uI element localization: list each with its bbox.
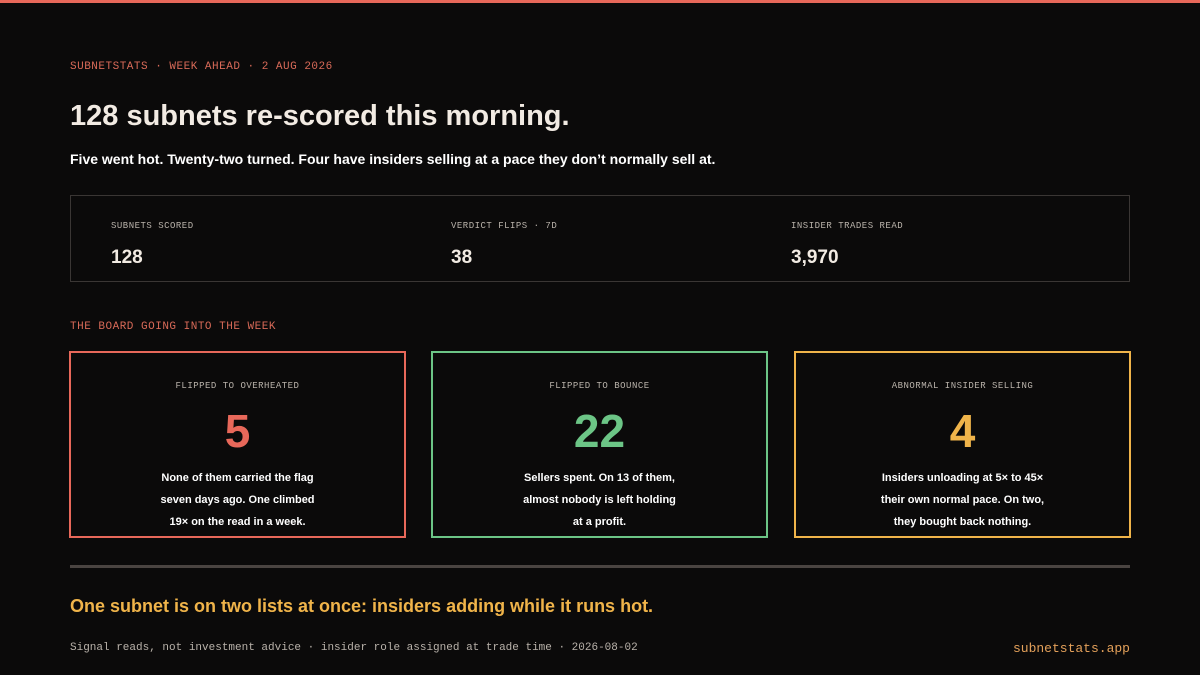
divider — [70, 565, 1130, 568]
card-description-line: at a profit. — [572, 516, 627, 528]
card-label: ABNORMAL INSIDER SELLING — [891, 381, 1034, 391]
card-insider-selling: ABNORMAL INSIDER SELLING 4 Insiders unlo… — [794, 351, 1131, 538]
card-number: 22 — [573, 405, 626, 457]
card-description-line: almost nobody is left holding — [523, 494, 676, 506]
footnote: Signal reads, not investment advice · in… — [70, 642, 638, 654]
stat-value: 38 — [451, 247, 473, 268]
card-description: Sellers spent. On 13 of them, almost nob… — [433, 467, 766, 533]
callout: One subnet is on two lists at once: insi… — [70, 596, 654, 616]
card-description-line: Sellers spent. On 13 of them, — [524, 472, 675, 484]
kicker: SUBNETSTATS · WEEK AHEAD · 2 AUG 2026 — [70, 61, 333, 73]
card-number: 5 — [224, 405, 251, 457]
card-description-line: 19× on the read in a week. — [169, 516, 306, 528]
section-label: THE BOARD GOING INTO THE WEEK — [70, 321, 276, 333]
card-description-line: Insiders unloading at 5× to 45× — [881, 472, 1044, 484]
card-label: FLIPPED TO OVERHEATED — [175, 381, 300, 391]
card-bounce: FLIPPED TO BOUNCE 22 Sellers spent. On 1… — [431, 351, 768, 538]
stat-value: 128 — [111, 247, 143, 268]
card-overheated: FLIPPED TO OVERHEATED 5 None of them car… — [69, 351, 406, 538]
stat-label: INSIDER TRADES READ — [791, 221, 904, 231]
top-accent-bar — [0, 0, 1200, 3]
stat-label: SUBNETS SCORED — [111, 221, 194, 231]
card-label: FLIPPED TO BOUNCE — [549, 381, 650, 391]
page-title: 128 subnets re-scored this morning. — [70, 100, 570, 132]
card-description: Insiders unloading at 5× to 45× their ow… — [796, 467, 1129, 533]
card-description-line: they bought back nothing. — [893, 516, 1032, 528]
stat-value: 3,970 — [791, 247, 839, 268]
card-description-line: seven days ago. One climbed — [160, 494, 315, 506]
card-number: 4 — [949, 405, 976, 457]
card-description: None of them carried the flag seven days… — [71, 467, 404, 533]
card-description-line: None of them carried the flag — [161, 472, 314, 484]
page-subtitle: Five went hot. Twenty-two turned. Four h… — [70, 151, 716, 167]
stat-label: VERDICT FLIPS · 7D — [451, 221, 558, 231]
site-link[interactable]: subnetstats.app — [1013, 641, 1130, 656]
card-description-line: their own normal pace. On two, — [880, 494, 1045, 506]
stats-panel: SUBNETS SCORED 128 VERDICT FLIPS · 7D 38… — [70, 195, 1130, 282]
